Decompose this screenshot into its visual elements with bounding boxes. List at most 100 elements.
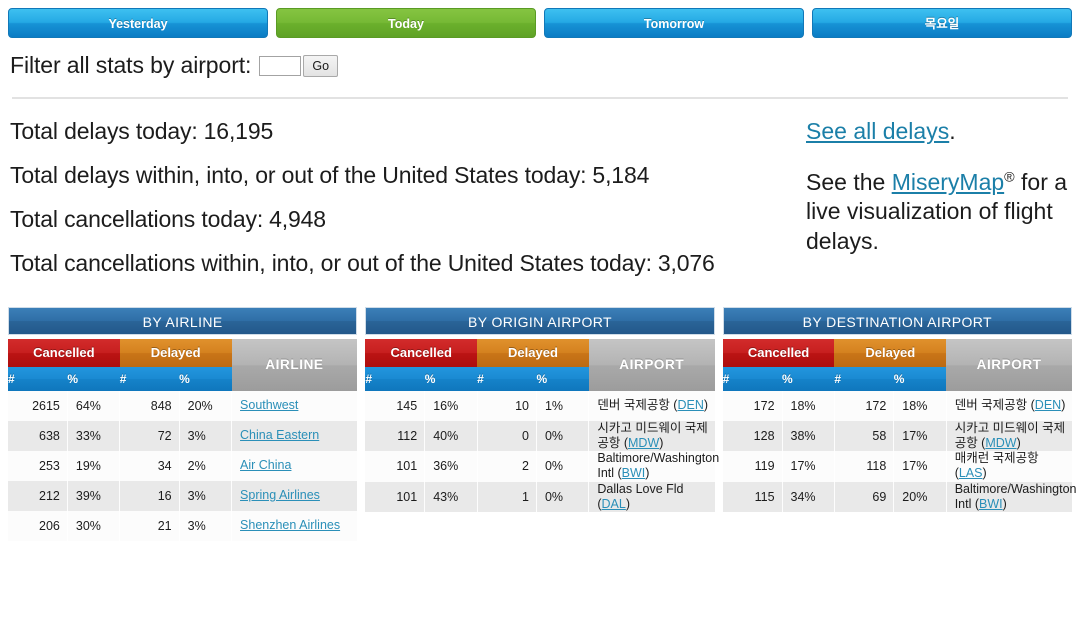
us-delays-stat: Total delays within, into, or out of the…	[10, 161, 800, 191]
airline-link[interactable]: Shenzhen Airlines	[240, 518, 340, 532]
airport-code-link[interactable]: LAS	[959, 466, 983, 480]
airport-code-link[interactable]: DEN	[677, 398, 703, 412]
see-all-delays-period: .	[949, 118, 956, 144]
table-row: 112 40% 0 0% 시카고 미드웨이 국제공항 (MDW)	[365, 420, 715, 452]
panel-title: BY AIRLINE	[8, 306, 358, 335]
delayed-count-cell: 72	[119, 420, 180, 451]
airport-code-link[interactable]: MDW	[985, 436, 1016, 450]
cancelled-count-cell: 145	[365, 390, 426, 421]
delayed-count-cell: 10	[477, 390, 537, 421]
panel-title: BY ORIGIN AIRPORT	[365, 306, 715, 335]
delayed-count-cell: 172	[834, 390, 895, 421]
day-tab-0[interactable]: Yesterday	[8, 8, 268, 38]
cancelled-pct-header[interactable]: %	[782, 366, 835, 391]
cancelled-count-header[interactable]: #	[722, 366, 783, 391]
delayed-header[interactable]: Delayed	[477, 338, 589, 367]
cancelled-count-header[interactable]: #	[8, 366, 68, 391]
name-header[interactable]: AIRPORT	[588, 338, 715, 391]
cancelled-pct-cell: 40%	[424, 420, 478, 452]
delayed-count-cell: 0	[477, 420, 537, 452]
day-tab-3[interactable]: 목요일	[812, 8, 1072, 38]
see-all-delays-line: See all delays.	[806, 117, 1070, 146]
delayed-pct-header[interactable]: %	[893, 366, 947, 391]
table-row: 206 30% 21 3% Shenzhen Airlines	[8, 510, 358, 541]
delayed-count-header[interactable]: #	[119, 366, 180, 391]
us-cancellations-value: 3,076	[657, 249, 715, 276]
table-row: 2615 64% 848 20% Southwest	[8, 390, 358, 421]
airline-link[interactable]: Spring Airlines	[240, 488, 320, 502]
see-all-delays-link[interactable]: See all delays	[806, 118, 949, 144]
table-group-header-row: Cancelled Delayed AIRPORT	[722, 338, 1072, 391]
table-row: 115 34% 69 20% Baltimore/Washington Intl (BW…	[722, 481, 1077, 513]
row-name-cell: Southwest	[232, 391, 358, 421]
stat-table: Cancelled Delayed AIRLINE #% #% 2615 64% 848 20%…	[8, 338, 358, 541]
miserymap-line: See the MiseryMap® for a live visualizat…	[806, 168, 1070, 256]
day-tab-1[interactable]: Today	[276, 8, 536, 38]
cancelled-count-cell: 253	[8, 450, 68, 481]
name-header[interactable]: AIRPORT	[946, 338, 1072, 391]
row-name-cell: Baltimore/Washington Intl (BWI)	[597, 451, 720, 481]
cancelled-count-cell: 172	[722, 390, 783, 421]
stats-left-column: Total delays today: 16,195 Total delays w…	[0, 117, 800, 293]
total-cancellations-stat: Total cancellations today: 4,948	[10, 205, 800, 235]
airport-code-link[interactable]: BWI	[622, 466, 646, 480]
cancelled-count-cell: 212	[8, 480, 68, 511]
table-row: 128 38% 58 17% 시카고 미드웨이 국제공항 (MDW)	[722, 420, 1072, 452]
day-tab-2[interactable]: Tomorrow	[544, 8, 804, 38]
row-name-cell: Air China	[232, 451, 358, 481]
cancelled-header[interactable]: Cancelled	[722, 338, 835, 367]
name-header[interactable]: AIRLINE	[231, 338, 358, 391]
delayed-count-header[interactable]: #	[477, 366, 537, 391]
delayed-header[interactable]: Delayed	[119, 338, 232, 367]
us-cancellations-label: Total cancellations within, into, or out…	[10, 249, 652, 276]
cancelled-count-cell: 128	[722, 420, 783, 452]
panel-title: BY DESTINATION AIRPORT	[722, 306, 1072, 335]
cancelled-count-cell: 638	[8, 420, 68, 451]
airport-filter-input[interactable]	[259, 55, 302, 76]
delayed-pct-cell: 0%	[536, 481, 590, 513]
table-row: 101 36% 2 0% Baltimore/Washington Intl (BWI)	[365, 451, 720, 482]
delayed-count-cell: 1	[477, 481, 537, 513]
delayed-pct-cell: 17%	[893, 420, 947, 452]
table-row: 172 18% 172 18% 덴버 국제공항 (DEN)	[722, 390, 1072, 421]
delayed-pct-cell: 3%	[179, 420, 233, 451]
airport-code-link[interactable]: DEN	[1035, 398, 1061, 412]
cancelled-header[interactable]: Cancelled	[8, 338, 120, 367]
airport-code-link[interactable]: DAL	[602, 497, 626, 511]
delayed-pct-cell: 2%	[179, 450, 233, 481]
delayed-count-header[interactable]: #	[834, 366, 894, 391]
cancelled-pct-cell: 39%	[67, 480, 121, 511]
row-name-cell: 매캐런 국제공항 (LAS)	[954, 451, 1039, 481]
row-name-cell: Spring Airlines	[232, 481, 358, 511]
table-row: 119 17% 118 17% 매캐런 국제공항 (LAS)	[722, 451, 1072, 482]
table-group-header-row: Cancelled Delayed AIRPORT	[365, 338, 715, 391]
airport-code-link[interactable]: BWI	[979, 497, 1003, 511]
stat-table: Cancelled Delayed AIRPORT #% #% 145 16% 10 1% 덴버 …	[365, 338, 720, 513]
miserymap-link[interactable]: MiseryMap	[892, 169, 1004, 195]
delayed-count-cell: 16	[119, 480, 180, 511]
cancelled-pct-header[interactable]: %	[424, 366, 478, 391]
stat-panel-0: BY AIRLINE Cancelled Delayed AIRLINE #% #% 261…	[8, 306, 358, 541]
airport-code-link[interactable]: MDW	[628, 436, 659, 450]
airline-link[interactable]: China Eastern	[240, 428, 319, 442]
delayed-header[interactable]: Delayed	[834, 338, 947, 367]
cancelled-header[interactable]: Cancelled	[365, 338, 478, 367]
delayed-count-cell: 2	[477, 451, 537, 482]
filter-go-button[interactable]: Go	[303, 54, 339, 77]
total-delays-value: 16,195	[203, 118, 274, 144]
row-name-cell: 덴버 국제공항 (DEN)	[597, 397, 709, 412]
total-cancellations-label: Total cancellations today:	[10, 205, 264, 232]
delayed-pct-header[interactable]: %	[179, 366, 232, 391]
cancelled-count-cell: 115	[722, 481, 783, 513]
delayed-count-cell: 69	[834, 481, 895, 513]
us-delays-value: 5,184	[592, 161, 650, 188]
cancelled-pct-header[interactable]: %	[67, 366, 120, 391]
delayed-pct-header[interactable]: %	[536, 366, 589, 391]
cancelled-pct-cell: 43%	[424, 481, 478, 513]
airline-link[interactable]: Air China	[240, 458, 291, 472]
stat-panel-2: BY DESTINATION AIRPORT Cancelled Delayed AI…	[722, 306, 1077, 541]
airline-link[interactable]: Southwest	[240, 398, 298, 412]
table-row: 101 43% 1 0% Dallas Love Fld (DAL)	[365, 481, 715, 513]
cancelled-count-header[interactable]: #	[365, 366, 425, 391]
delayed-count-cell: 34	[119, 450, 180, 481]
